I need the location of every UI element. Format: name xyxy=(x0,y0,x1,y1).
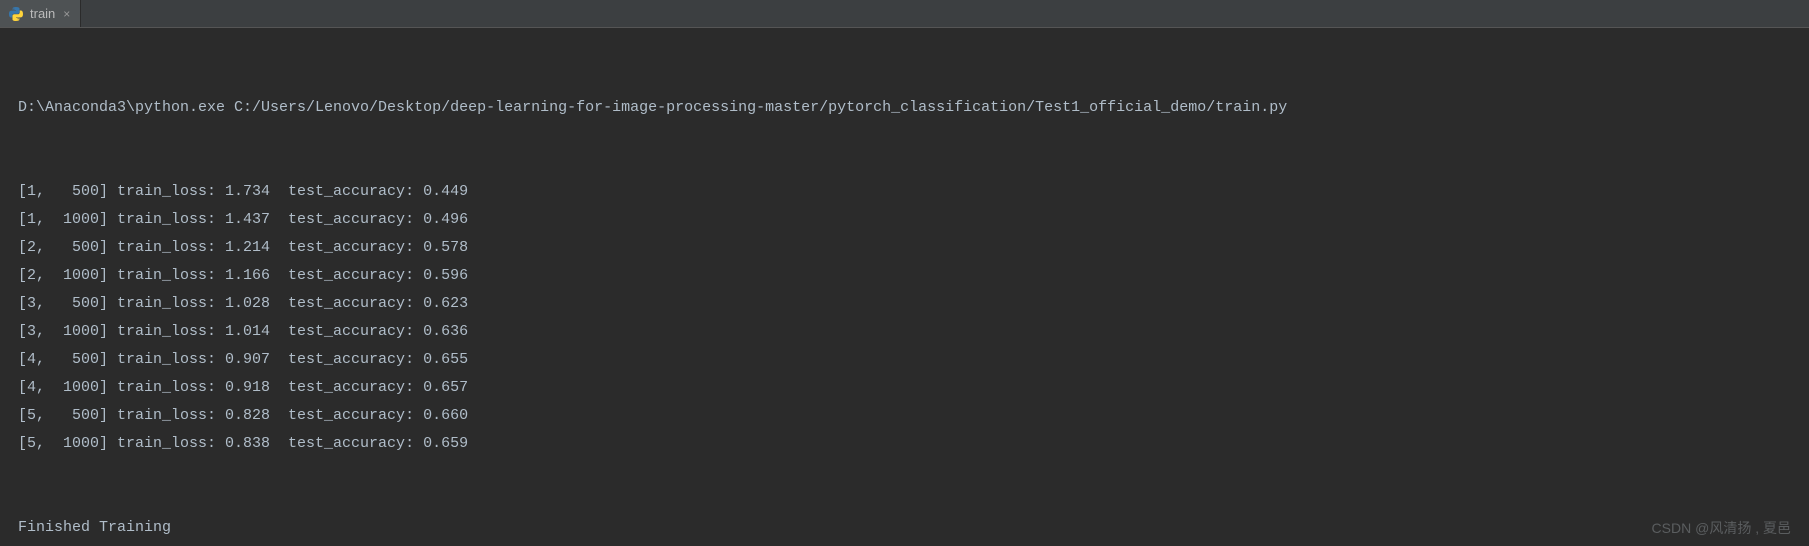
tab-label: train xyxy=(30,6,55,21)
tab-train[interactable]: train × xyxy=(0,0,81,27)
training-log-line: [3, 500] train_loss: 1.028 test_accuracy… xyxy=(18,290,1791,318)
training-log-line: [4, 1000] train_loss: 0.918 test_accurac… xyxy=(18,374,1791,402)
console-output[interactable]: D:\Anaconda3\python.exe C:/Users/Lenovo/… xyxy=(0,28,1809,546)
training-log-line: [4, 500] train_loss: 0.907 test_accuracy… xyxy=(18,346,1791,374)
training-log-line: [2, 1000] train_loss: 1.166 test_accurac… xyxy=(18,262,1791,290)
close-icon[interactable]: × xyxy=(61,7,72,21)
training-log-line: [3, 1000] train_loss: 1.014 test_accurac… xyxy=(18,318,1791,346)
training-log-line: [1, 500] train_loss: 1.734 test_accuracy… xyxy=(18,178,1791,206)
training-log-line: [5, 500] train_loss: 0.828 test_accuracy… xyxy=(18,402,1791,430)
finished-line: Finished Training xyxy=(18,514,1791,542)
tab-bar: train × xyxy=(0,0,1809,28)
python-icon xyxy=(8,6,24,22)
command-line: D:\Anaconda3\python.exe C:/Users/Lenovo/… xyxy=(18,94,1791,122)
training-log-line: [1, 1000] train_loss: 1.437 test_accurac… xyxy=(18,206,1791,234)
training-log-line: [5, 1000] train_loss: 0.838 test_accurac… xyxy=(18,430,1791,458)
training-log-line: [2, 500] train_loss: 1.214 test_accuracy… xyxy=(18,234,1791,262)
watermark: CSDN @风清扬 , 夏邑 xyxy=(1652,518,1791,538)
